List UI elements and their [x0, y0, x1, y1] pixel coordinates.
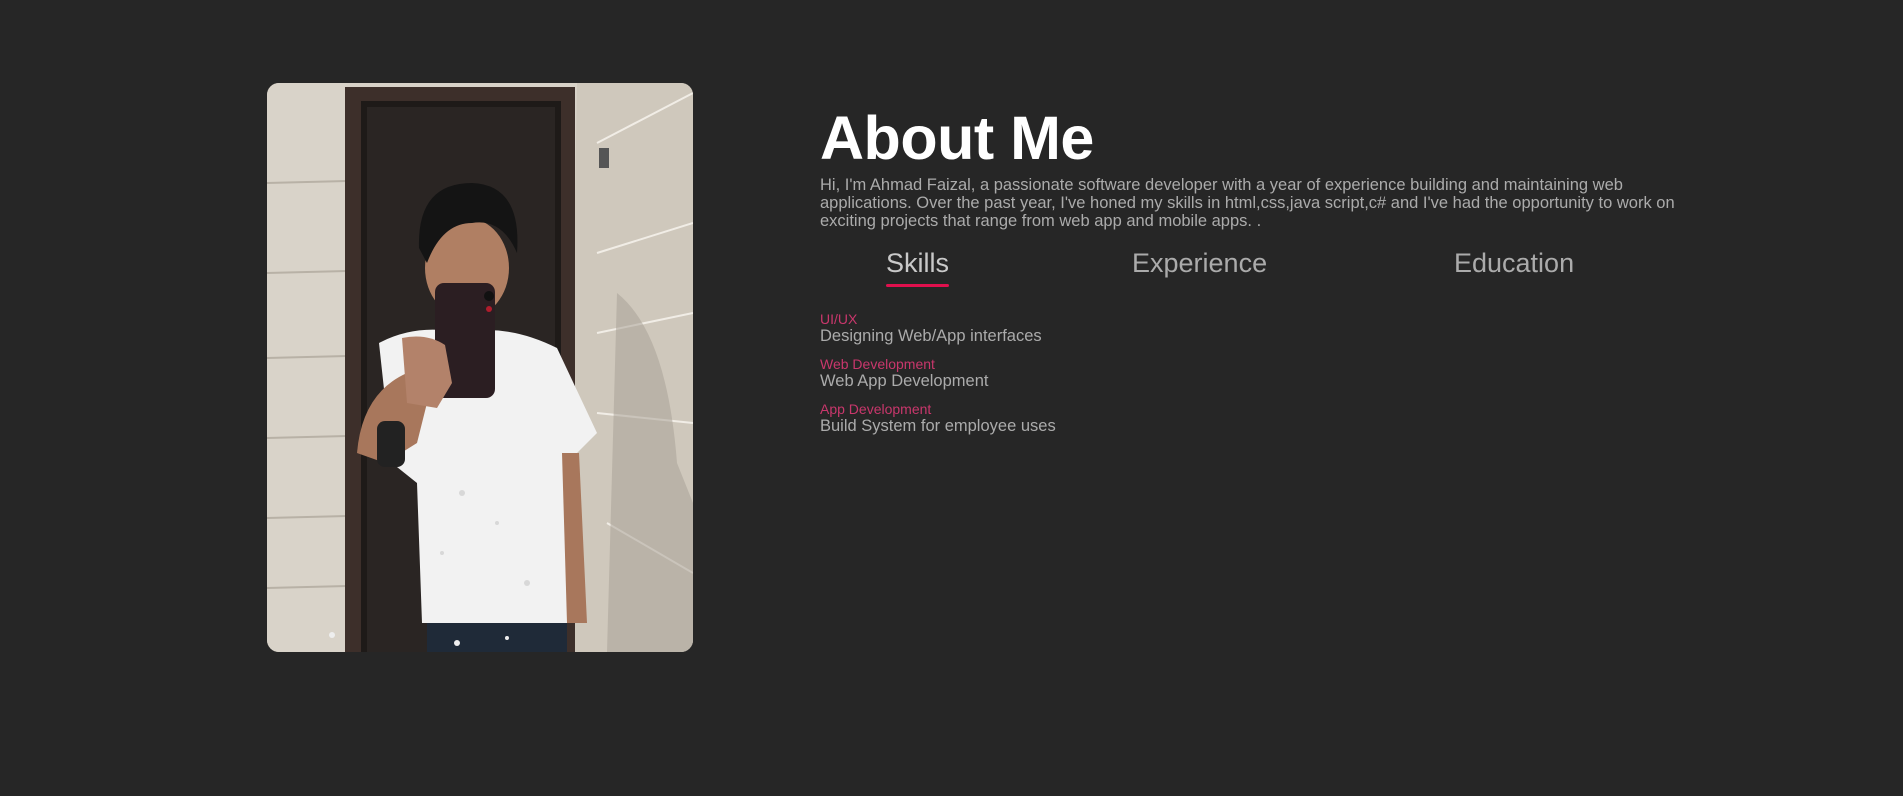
skill-description: Designing Web/App interfaces: [820, 327, 1042, 345]
skill-description: Build System for employee uses: [820, 417, 1056, 435]
tab-experience[interactable]: Experience: [1132, 246, 1267, 287]
skills-list: UI/UX Designing Web/App interfaces Web D…: [820, 311, 1720, 436]
list-item: Web Development Web App Development: [820, 356, 1720, 391]
skill-name: Web Development: [820, 356, 935, 372]
intro-text: Hi, I'm Ahmad Faizal, a passionate softw…: [820, 176, 1675, 230]
page-title: About Me: [820, 104, 1094, 172]
skill-description: Web App Development: [820, 372, 989, 390]
tab-bar: Skills Experience Education: [820, 246, 1720, 308]
profile-photo: [267, 83, 693, 652]
skill-name: UI/UX: [820, 311, 858, 327]
list-item: UI/UX Designing Web/App interfaces: [820, 311, 1720, 346]
about-section: About Me Hi, I'm Ahmad Faizal, a passion…: [820, 100, 1720, 446]
tab-skills[interactable]: Skills: [886, 246, 950, 287]
tab-education[interactable]: Education: [1454, 246, 1574, 287]
skill-name: App Development: [820, 401, 932, 417]
list-item: App Development Build System for employe…: [820, 401, 1720, 436]
